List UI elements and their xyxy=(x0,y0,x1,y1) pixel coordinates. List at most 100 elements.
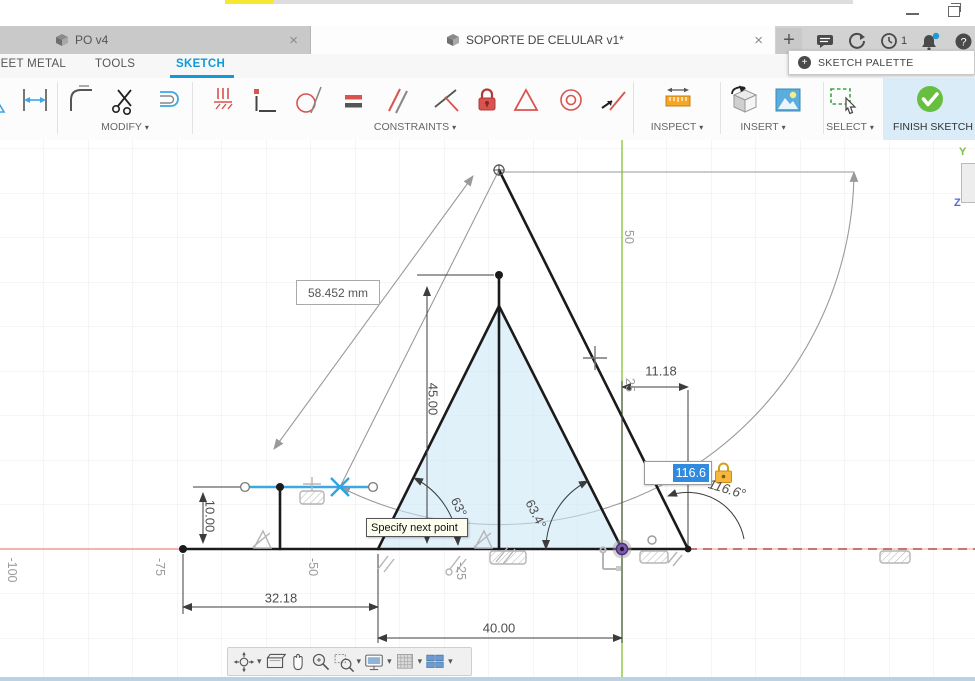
group-separator xyxy=(57,82,58,134)
grid-label-xm50: -50 xyxy=(306,557,320,577)
chevron-down-icon[interactable]: ▾ xyxy=(418,656,423,667)
chevron-down-icon[interactable]: ▾ xyxy=(357,656,362,667)
fusion360-window: { "tabs": { "doc1": "PO v4", "doc2": "SO… xyxy=(0,0,975,681)
length-dimension-box[interactable]: 58.452 mm xyxy=(296,280,380,305)
group-separator xyxy=(720,82,721,134)
chevron-down-icon: ▾ xyxy=(869,123,874,132)
sketch-palette-header[interactable]: + SKETCH PALETTE xyxy=(788,50,975,75)
left-origin-point xyxy=(179,545,187,553)
measure-icon[interactable] xyxy=(662,84,694,116)
close-tab-icon[interactable]: × xyxy=(289,32,298,49)
orbit-icon[interactable] xyxy=(233,651,255,673)
sketch-drawing[interactable] xyxy=(0,140,975,681)
constraints-group-label[interactable]: CONSTRAINTS ▾ xyxy=(374,121,456,133)
modify-group-label[interactable]: MODIFY ▾ xyxy=(101,121,149,133)
display-settings-icon[interactable] xyxy=(363,651,385,673)
ground-glyph-right xyxy=(879,550,911,564)
help-icon[interactable]: ? xyxy=(955,33,972,50)
close-tab-icon[interactable]: × xyxy=(754,32,763,49)
palette-expand-icon[interactable]: + xyxy=(798,56,811,69)
polygon-constraint-icon[interactable] xyxy=(510,84,542,116)
group-separator xyxy=(192,82,193,134)
navigation-bar: ▾ ▾ ▾ ▾ ▾ xyxy=(227,647,472,676)
dim-45-label: 45.00 xyxy=(425,382,441,416)
angle-input-value[interactable]: 116.6 xyxy=(672,464,709,482)
finish-sketch-check-icon[interactable] xyxy=(914,84,946,116)
blue-line-point xyxy=(276,483,284,491)
group-separator xyxy=(823,82,824,134)
titlebar-strip-gray xyxy=(273,0,853,4)
help-glyph: ? xyxy=(961,36,967,48)
fix-constraint-icon[interactable] xyxy=(207,84,239,116)
endpoint-circle-left xyxy=(239,481,251,493)
trim-scissors-icon[interactable] xyxy=(109,84,141,116)
grid-label-xm25: -25 xyxy=(454,561,468,581)
tab-label: PO v4 xyxy=(75,33,109,47)
grid-label-y25: 25 xyxy=(623,378,637,392)
parallel-constraint-icon[interactable] xyxy=(381,84,413,116)
group-separator xyxy=(633,82,634,134)
midpoint-constraint-icon[interactable] xyxy=(597,84,629,116)
lock-constraint-icon[interactable] xyxy=(471,84,503,116)
specify-next-point-tooltip: Specify next point xyxy=(366,518,468,537)
viewports-icon[interactable] xyxy=(424,651,446,673)
tab-label: SOPORTE DE CELULAR v1* xyxy=(466,33,624,47)
dim-3218-label: 32.18 xyxy=(264,590,298,606)
document-tab-po-v4[interactable]: PO v4 × xyxy=(0,26,311,54)
angle-input-field[interactable]: 116.6 xyxy=(644,461,712,485)
insert-derive-icon[interactable] xyxy=(728,84,760,116)
offset-icon[interactable] xyxy=(152,84,184,116)
history-clock-icon[interactable] xyxy=(880,32,898,50)
grid-settings-icon[interactable] xyxy=(394,651,416,673)
zoom-window-icon[interactable] xyxy=(333,651,355,673)
bottom-right-point xyxy=(684,545,692,553)
notification-bell-icon[interactable] xyxy=(921,32,941,51)
titlebar-progress-strip xyxy=(225,0,273,4)
tab-sheet-metal[interactable]: SHEET METAL xyxy=(0,58,66,70)
perpendicular-constraint-icon[interactable] xyxy=(430,84,462,116)
palette-title: SKETCH PALETTE xyxy=(818,56,914,69)
top-center-point xyxy=(495,271,503,279)
zoom-icon[interactable] xyxy=(310,651,332,673)
chevron-down-icon[interactable]: ▾ xyxy=(257,656,262,667)
fillet-icon[interactable] xyxy=(65,84,97,116)
viewcube[interactable] xyxy=(961,163,975,203)
insert-image-icon[interactable] xyxy=(772,84,804,116)
finish-sketch-button[interactable]: FINISH SKETCH xyxy=(893,121,973,133)
history-count-badge: 1 xyxy=(901,35,908,47)
select-icon[interactable] xyxy=(827,84,859,116)
grid-label-xm100: -100 xyxy=(5,557,19,583)
chevron-down-icon[interactable]: ▾ xyxy=(387,656,392,667)
inspect-group-label[interactable]: INSPECT ▾ xyxy=(651,121,704,133)
viewcube-y-label: Y xyxy=(959,146,967,158)
pan-icon[interactable] xyxy=(287,651,309,673)
grid-label-y50: 50 xyxy=(622,230,636,244)
chevron-down-icon: ▾ xyxy=(144,123,149,132)
document-tab-soporte[interactable]: SOPORTE DE CELULAR v1* × xyxy=(311,26,775,54)
viewcube-z-label: Z xyxy=(954,197,961,209)
tangent-constraint-icon[interactable] xyxy=(294,84,326,116)
comment-icon[interactable] xyxy=(816,33,834,49)
job-status-icon[interactable] xyxy=(848,32,866,50)
minimize-button[interactable] xyxy=(906,13,919,15)
concentric-constraint-icon[interactable] xyxy=(555,84,587,116)
tab-tools[interactable]: TOOLS xyxy=(95,58,135,70)
endpoint-circle-right xyxy=(367,481,379,493)
restore-button[interactable] xyxy=(948,3,961,17)
document-cube-icon xyxy=(56,34,68,46)
equal-constraint-icon[interactable] xyxy=(337,84,369,116)
tab-sketch[interactable]: SKETCH xyxy=(176,58,225,70)
dim-10-label: 10.00 xyxy=(202,499,218,533)
vertical-horizontal-constraint-icon[interactable] xyxy=(249,84,281,116)
chevron-down-icon: ▾ xyxy=(781,123,786,132)
window-bottom-edge xyxy=(0,677,975,681)
grid-label-xm75: -75 xyxy=(153,557,167,577)
insert-group-label[interactable]: INSERT ▾ xyxy=(740,121,785,133)
chevron-down-icon: ▾ xyxy=(452,123,457,132)
select-group-label[interactable]: SELECT ▾ xyxy=(826,121,874,133)
chevron-down-icon[interactable]: ▾ xyxy=(448,656,453,667)
sketch-dimension-icon[interactable] xyxy=(19,84,51,116)
look-at-icon[interactable] xyxy=(264,651,286,673)
dim-40-label: 40.00 xyxy=(482,620,516,636)
chevron-down-icon: ▾ xyxy=(699,123,704,132)
